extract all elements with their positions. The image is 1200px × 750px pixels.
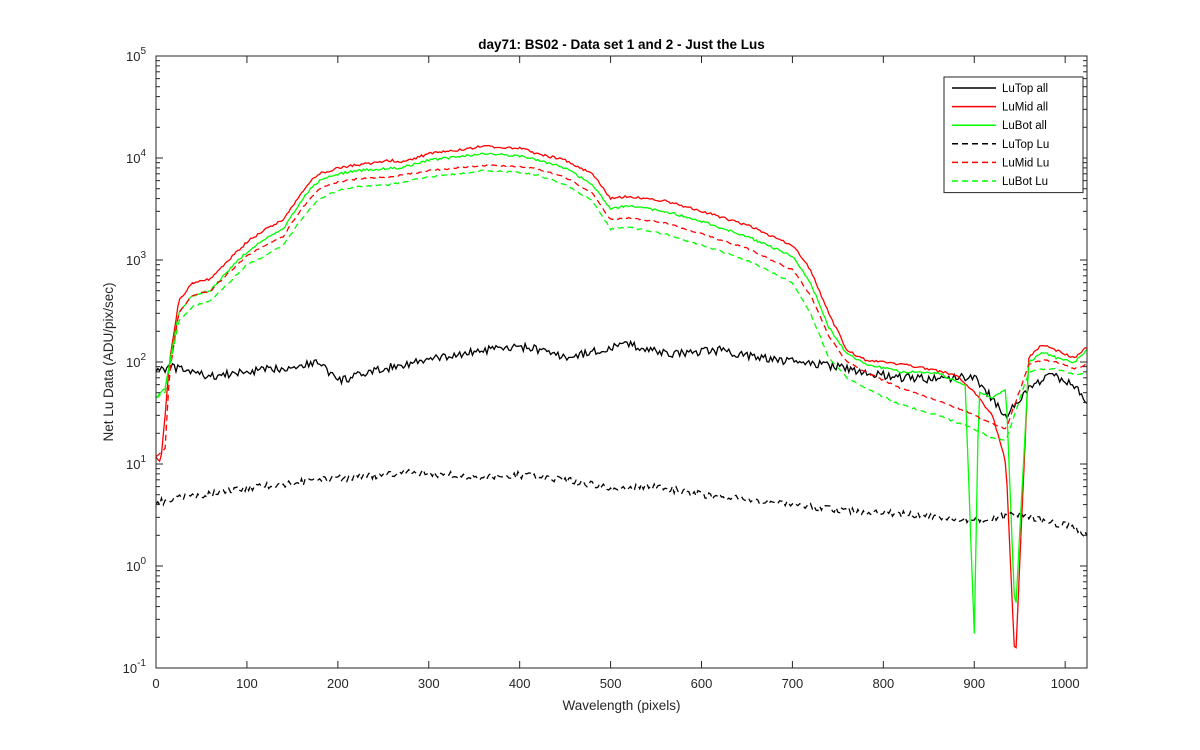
- x-tick-label: 600: [691, 676, 713, 691]
- x-tick-label: 400: [509, 676, 531, 691]
- x-tick-label: 0: [152, 676, 159, 691]
- x-tick-label: 200: [327, 676, 349, 691]
- y-axis-label: Net Lu Data (ADU/pix/sec): [101, 282, 116, 441]
- legend-label-2: LuMid all: [1002, 102, 1048, 114]
- legend-label-1: LuTop all: [1002, 83, 1048, 95]
- legend-label-6: LuBot Lu: [1002, 176, 1048, 188]
- x-tick-label: 700: [782, 676, 804, 691]
- x-tick-label: 900: [963, 676, 985, 691]
- legend-label-5: LuMid Lu: [1002, 157, 1049, 169]
- x-tick-label: 800: [872, 676, 894, 691]
- x-tick-label: 1000: [1051, 676, 1080, 691]
- x-axis-label: Wavelength (pixels): [562, 698, 680, 713]
- chart: 0 100 200 300 400 500 600 700 800 900 100010-11001…: [0, 0, 1200, 750]
- legend: LuTop all LuMid all LuBot all LuTop Lu LuMid…: [943, 76, 1084, 194]
- legend-label-4: LuTop Lu: [1002, 139, 1049, 151]
- x-tick-label: 100: [236, 676, 258, 691]
- chart-title: day71: BS02 - Data set 1 and 2 - Just th…: [478, 37, 765, 52]
- x-tick-label: 500: [600, 676, 622, 691]
- x-tick-label: 300: [418, 676, 440, 691]
- legend-label-3: LuBot all: [1002, 120, 1047, 132]
